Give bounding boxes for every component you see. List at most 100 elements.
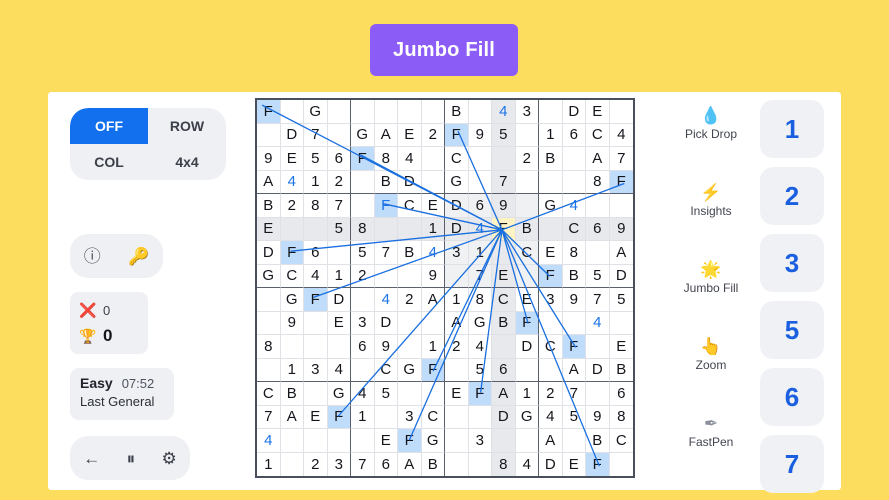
grid-cell-r6c5[interactable]: 8 [351, 217, 375, 241]
grid-cell-r1c3[interactable]: G [304, 100, 328, 124]
grid-cell-r6c16[interactable]: 9 [609, 217, 633, 241]
grid-cell-r13c13[interactable]: 2 [539, 382, 563, 406]
grid-cell-r10c3[interactable] [304, 311, 328, 335]
grid-cell-r7c15[interactable] [586, 241, 610, 265]
grid-cell-r14c7[interactable]: 3 [398, 405, 422, 429]
grid-cell-r11c4[interactable] [327, 335, 351, 359]
tool-rail-item-zoom[interactable]: 👆 Zoom [665, 327, 757, 383]
grid-cell-r11c6[interactable]: 9 [374, 335, 398, 359]
info-icon[interactable]: ⓘ [84, 248, 101, 265]
grid-cell-r5c14[interactable]: 4 [562, 194, 586, 218]
grid-cell-r12c15[interactable]: D [586, 358, 610, 382]
grid-cell-r1c13[interactable] [539, 100, 563, 124]
grid-cell-r10c4[interactable]: E [327, 311, 351, 335]
grid-cell-r15c3[interactable] [304, 429, 328, 453]
grid-cell-r12c16[interactable]: B [609, 358, 633, 382]
grid-cell-r16c14[interactable]: E [562, 452, 586, 476]
grid-cell-r10c10[interactable]: G [468, 311, 492, 335]
grid-cell-r14c14[interactable]: 5 [562, 405, 586, 429]
grid-cell-r15c4[interactable] [327, 429, 351, 453]
sudoku-grid[interactable]: FGB43DED7GAE2F9516C49E56F84C2BA7A412BDG7… [255, 98, 635, 478]
grid-cell-r7c9[interactable]: 3 [445, 241, 469, 265]
grid-cell-r14c3[interactable]: E [304, 405, 328, 429]
grid-cell-r2c14[interactable]: 6 [562, 123, 586, 147]
grid-cell-r13c7[interactable] [398, 382, 422, 406]
grid-cell-r13c5[interactable]: 4 [351, 382, 375, 406]
grid-cell-r15c10[interactable]: 3 [468, 429, 492, 453]
grid-cell-r5c5[interactable] [351, 194, 375, 218]
grid-cell-r11c8[interactable]: 1 [421, 335, 445, 359]
grid-cell-r6c13[interactable] [539, 217, 563, 241]
grid-cell-r4c6[interactable]: B [374, 170, 398, 194]
grid-cell-r6c11[interactable]: F [492, 217, 516, 241]
grid-cell-r16c8[interactable]: B [421, 452, 445, 476]
grid-cell-r8c8[interactable]: 9 [421, 264, 445, 288]
grid-cell-r2c2[interactable]: D [280, 123, 304, 147]
grid-cell-r6c6[interactable] [374, 217, 398, 241]
sudoku-board[interactable]: FGB43DED7GAE2F9516C49E56F84C2BA7A412BDG7… [255, 98, 635, 478]
grid-cell-r1c9[interactable]: B [445, 100, 469, 124]
grid-cell-r10c1[interactable] [257, 311, 281, 335]
grid-cell-r3c13[interactable]: B [539, 147, 563, 171]
grid-cell-r7c4[interactable] [327, 241, 351, 265]
grid-cell-r10c16[interactable] [609, 311, 633, 335]
grid-cell-r14c16[interactable]: 8 [609, 405, 633, 429]
grid-cell-r8c2[interactable]: C [280, 264, 304, 288]
grid-cell-r14c5[interactable]: 1 [351, 405, 375, 429]
grid-cell-r2c5[interactable]: G [351, 123, 375, 147]
grid-cell-r15c16[interactable]: C [609, 429, 633, 453]
grid-cell-r10c5[interactable]: 3 [351, 311, 375, 335]
grid-cell-r9c13[interactable]: 3 [539, 288, 563, 312]
grid-cell-r16c10[interactable] [468, 452, 492, 476]
grid-cell-r7c5[interactable]: 5 [351, 241, 375, 265]
grid-cell-r16c9[interactable] [445, 452, 469, 476]
grid-cell-r9c6[interactable]: 4 [374, 288, 398, 312]
grid-cell-r11c7[interactable] [398, 335, 422, 359]
number-pad[interactable]: 1 2 3 5 6 7 [760, 100, 832, 493]
grid-cell-r1c1[interactable]: F [257, 100, 281, 124]
grid-cell-r5c16[interactable] [609, 194, 633, 218]
grid-cell-r12c14[interactable]: A [562, 358, 586, 382]
grid-cell-r13c4[interactable]: G [327, 382, 351, 406]
grid-cell-r8c10[interactable]: 7 [468, 264, 492, 288]
grid-cell-r3c1[interactable]: 9 [257, 147, 281, 171]
grid-cell-r15c9[interactable] [445, 429, 469, 453]
grid-cell-r10c8[interactable] [421, 311, 445, 335]
grid-cell-r8c15[interactable]: 5 [586, 264, 610, 288]
grid-cell-r5c15[interactable] [586, 194, 610, 218]
grid-cell-r2c9[interactable]: F [445, 123, 469, 147]
grid-cell-r14c1[interactable]: 7 [257, 405, 281, 429]
grid-cell-r1c16[interactable] [609, 100, 633, 124]
tool-rail-item-fastpen[interactable]: ✒ FastPen [665, 404, 757, 460]
grid-cell-r4c9[interactable]: G [445, 170, 469, 194]
grid-cell-r10c9[interactable]: A [445, 311, 469, 335]
grid-cell-r3c9[interactable]: C [445, 147, 469, 171]
grid-cell-r6c7[interactable] [398, 217, 422, 241]
grid-cell-r1c8[interactable] [421, 100, 445, 124]
grid-cell-r11c11[interactable] [492, 335, 516, 359]
grid-cell-r3c8[interactable] [421, 147, 445, 171]
tool-rail-item-insights[interactable]: ⚡ Insights [665, 173, 757, 229]
grid-cell-r11c15[interactable] [586, 335, 610, 359]
grid-cell-r1c6[interactable] [374, 100, 398, 124]
grid-cell-r15c8[interactable]: G [421, 429, 445, 453]
grid-cell-r9c2[interactable]: G [280, 288, 304, 312]
grid-cell-r9c16[interactable]: 5 [609, 288, 633, 312]
mode-button-off[interactable]: OFF [70, 108, 148, 144]
grid-cell-r12c7[interactable]: G [398, 358, 422, 382]
grid-cell-r3c2[interactable]: E [280, 147, 304, 171]
grid-cell-r16c15[interactable]: F [586, 452, 610, 476]
grid-cell-r6c8[interactable]: 1 [421, 217, 445, 241]
grid-cell-r4c8[interactable] [421, 170, 445, 194]
grid-cell-r6c4[interactable]: 5 [327, 217, 351, 241]
grid-cell-r8c1[interactable]: G [257, 264, 281, 288]
grid-cell-r8c7[interactable] [398, 264, 422, 288]
grid-cell-r11c12[interactable]: D [515, 335, 539, 359]
grid-cell-r9c12[interactable]: E [515, 288, 539, 312]
grid-cell-r2c16[interactable]: 4 [609, 123, 633, 147]
grid-cell-r16c3[interactable]: 2 [304, 452, 328, 476]
grid-cell-r4c16[interactable]: F [609, 170, 633, 194]
grid-cell-r4c4[interactable]: 2 [327, 170, 351, 194]
grid-cell-r12c5[interactable] [351, 358, 375, 382]
grid-cell-r11c1[interactable]: 8 [257, 335, 281, 359]
